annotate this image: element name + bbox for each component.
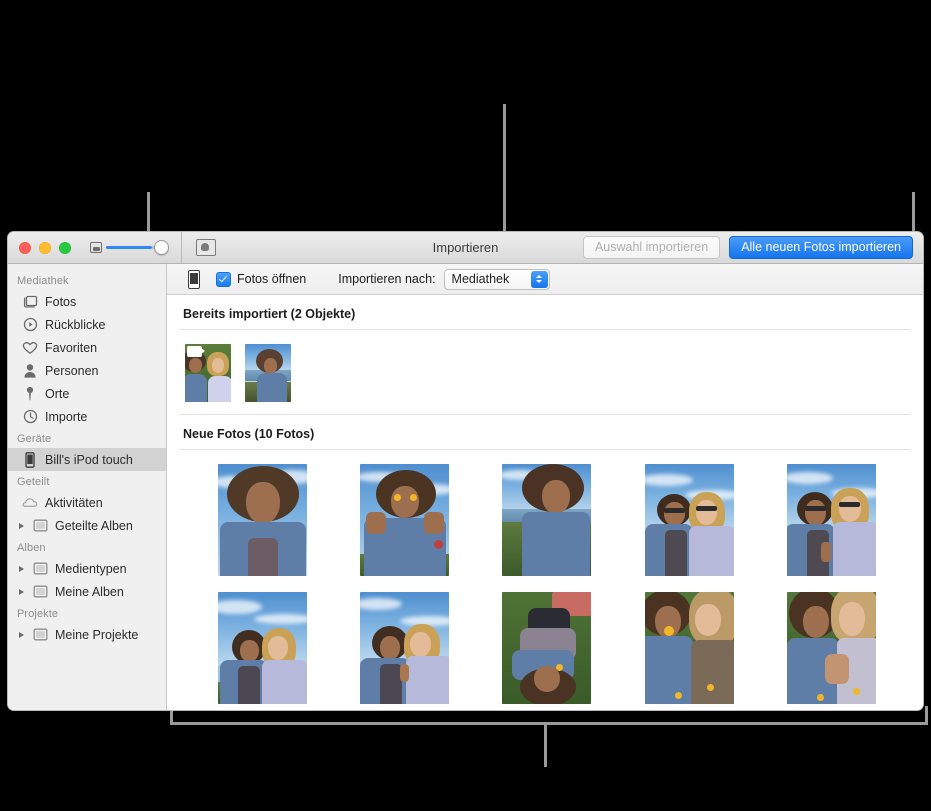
- open-photos-label: Fotos öffnen: [237, 272, 307, 286]
- toolbar-divider: [181, 232, 182, 263]
- album-icon: [32, 584, 48, 600]
- sidebar: Mediathek Fotos Rückblicke Favoriten Per…: [8, 264, 167, 710]
- large-thumbnail-icon[interactable]: [196, 239, 216, 256]
- photo-thumbnail[interactable]: [360, 464, 450, 576]
- photo-scroll-area[interactable]: Bereits importiert (2 Objekte) Neue Foto…: [167, 295, 923, 710]
- sidebar-item-orte[interactable]: Orte: [8, 382, 166, 405]
- traffic-light-controls[interactable]: [8, 241, 71, 254]
- sidebar-group-header-geraete: Geräte: [17, 433, 52, 445]
- album-icon: [32, 561, 48, 577]
- album-icon: [32, 627, 48, 643]
- open-photos-checkbox[interactable]: Fotos öffnen: [216, 271, 307, 287]
- import-all-new-photos-button[interactable]: Alle neuen Fotos importieren: [729, 236, 913, 259]
- sidebar-item-label: Importe: [45, 409, 88, 424]
- sidebar-item-favoriten[interactable]: Favoriten: [8, 336, 166, 359]
- import-selection-button[interactable]: Auswahl importieren: [582, 236, 721, 259]
- sidebar-item-personen[interactable]: Personen: [8, 359, 166, 382]
- sidebar-group-header-geteilt: Geteilt: [17, 476, 50, 488]
- disclosure-triangle-icon[interactable]: [17, 631, 26, 638]
- sidebar-item-importe[interactable]: Importe: [8, 405, 166, 428]
- sidebar-item-aktivitaeten[interactable]: Aktivitäten: [8, 491, 166, 514]
- window-titlebar: Importieren Auswahl importieren Alle neu…: [8, 232, 923, 264]
- content-area: Fotos öffnen Importieren nach: Mediathek…: [167, 264, 923, 710]
- sidebar-item-label: Meine Alben: [55, 584, 124, 599]
- video-badge-icon: [187, 346, 205, 357]
- photo-thumbnail[interactable]: [787, 464, 877, 576]
- already-imported-strip: [167, 330, 923, 414]
- thumbnail-already-imported[interactable]: [185, 344, 231, 402]
- new-photos-grid: [167, 450, 923, 710]
- heart-icon: [22, 340, 38, 356]
- section-title-new-photos: Neue Fotos (10 Fotos): [183, 427, 315, 441]
- thumbnail-already-imported[interactable]: [245, 344, 291, 402]
- cloud-icon: [22, 495, 38, 511]
- sidebar-item-label: Meine Projekte: [55, 627, 139, 642]
- photo-thumbnail[interactable]: [644, 464, 734, 576]
- sidebar-group-header-alben: Alben: [17, 542, 46, 554]
- photo-thumbnail[interactable]: [217, 464, 307, 576]
- close-button[interactable]: [19, 241, 31, 254]
- photos-icon: [22, 294, 38, 310]
- photo-thumbnail[interactable]: [502, 464, 592, 576]
- photo-thumbnail[interactable]: [644, 592, 734, 704]
- import-to-label: Importieren nach:: [338, 272, 436, 286]
- sidebar-item-label: Bill's iPod touch: [45, 452, 133, 467]
- sidebar-item-label: Personen: [45, 363, 99, 378]
- toolbar-actions: Auswahl importieren Alle neuen Fotos imp…: [582, 236, 923, 259]
- photo-thumbnail[interactable]: [502, 592, 592, 704]
- sidebar-item-geteilte-alben[interactable]: Geteilte Alben: [8, 514, 166, 537]
- import-to-group: Importieren nach: Mediathek: [338, 268, 550, 290]
- slider-track[interactable]: [106, 246, 161, 249]
- album-icon: [32, 518, 48, 534]
- photos-import-window: Importieren Auswahl importieren Alle neu…: [8, 232, 923, 710]
- callout-line-new-photos-stem: [544, 722, 547, 767]
- import-options-bar: Fotos öffnen Importieren nach: Mediathek: [167, 264, 923, 295]
- import-to-popup-button[interactable]: Mediathek: [443, 268, 550, 290]
- sidebar-item-rueckblicke[interactable]: Rückblicke: [8, 313, 166, 336]
- sidebar-group-header-mediathek: Mediathek: [17, 275, 69, 287]
- photo-thumbnail[interactable]: [360, 592, 450, 704]
- sidebar-item-medientypen[interactable]: Medientypen: [8, 557, 166, 580]
- sidebar-group-header-projekte: Projekte: [17, 608, 59, 620]
- chevron-up-down-icon[interactable]: [530, 270, 548, 288]
- sidebar-item-label: Orte: [45, 386, 70, 401]
- photo-thumbnail[interactable]: [787, 592, 877, 704]
- thumbnail-size-slider[interactable]: [90, 240, 169, 255]
- disclosure-triangle-icon[interactable]: [17, 522, 26, 529]
- sidebar-item-meine-projekte[interactable]: Meine Projekte: [8, 623, 166, 646]
- photo-thumbnail[interactable]: [217, 592, 307, 704]
- slider-knob[interactable]: [154, 240, 169, 255]
- sidebar-item-fotos[interactable]: Fotos: [8, 290, 166, 313]
- checkbox-checked-icon[interactable]: [216, 271, 231, 287]
- zoom-button[interactable]: [59, 241, 71, 254]
- sidebar-item-label: Medientypen: [55, 561, 127, 576]
- memories-icon: [22, 317, 38, 333]
- disclosure-triangle-icon[interactable]: [17, 565, 26, 572]
- clock-icon: [22, 409, 38, 425]
- small-thumbnail-icon: [90, 242, 102, 253]
- ipod-touch-icon: [188, 269, 200, 289]
- ipod-icon: [22, 451, 38, 468]
- import-to-value: Mediathek: [451, 272, 510, 286]
- person-icon: [22, 363, 38, 379]
- sidebar-item-label: Aktivitäten: [45, 495, 103, 510]
- sidebar-item-label: Fotos: [45, 294, 77, 309]
- sidebar-item-label: Rückblicke: [45, 317, 106, 332]
- sidebar-item-label: Favoriten: [45, 340, 98, 355]
- sidebar-item-label: Geteilte Alben: [55, 518, 133, 533]
- section-title-already-imported: Bereits importiert (2 Objekte): [183, 307, 356, 321]
- pin-icon: [22, 386, 38, 402]
- disclosure-triangle-icon[interactable]: [17, 588, 26, 595]
- sidebar-item-bills-ipod-touch[interactable]: Bill's iPod touch: [8, 448, 166, 471]
- sidebar-item-meine-alben[interactable]: Meine Alben: [8, 580, 166, 603]
- minimize-button[interactable]: [39, 241, 51, 254]
